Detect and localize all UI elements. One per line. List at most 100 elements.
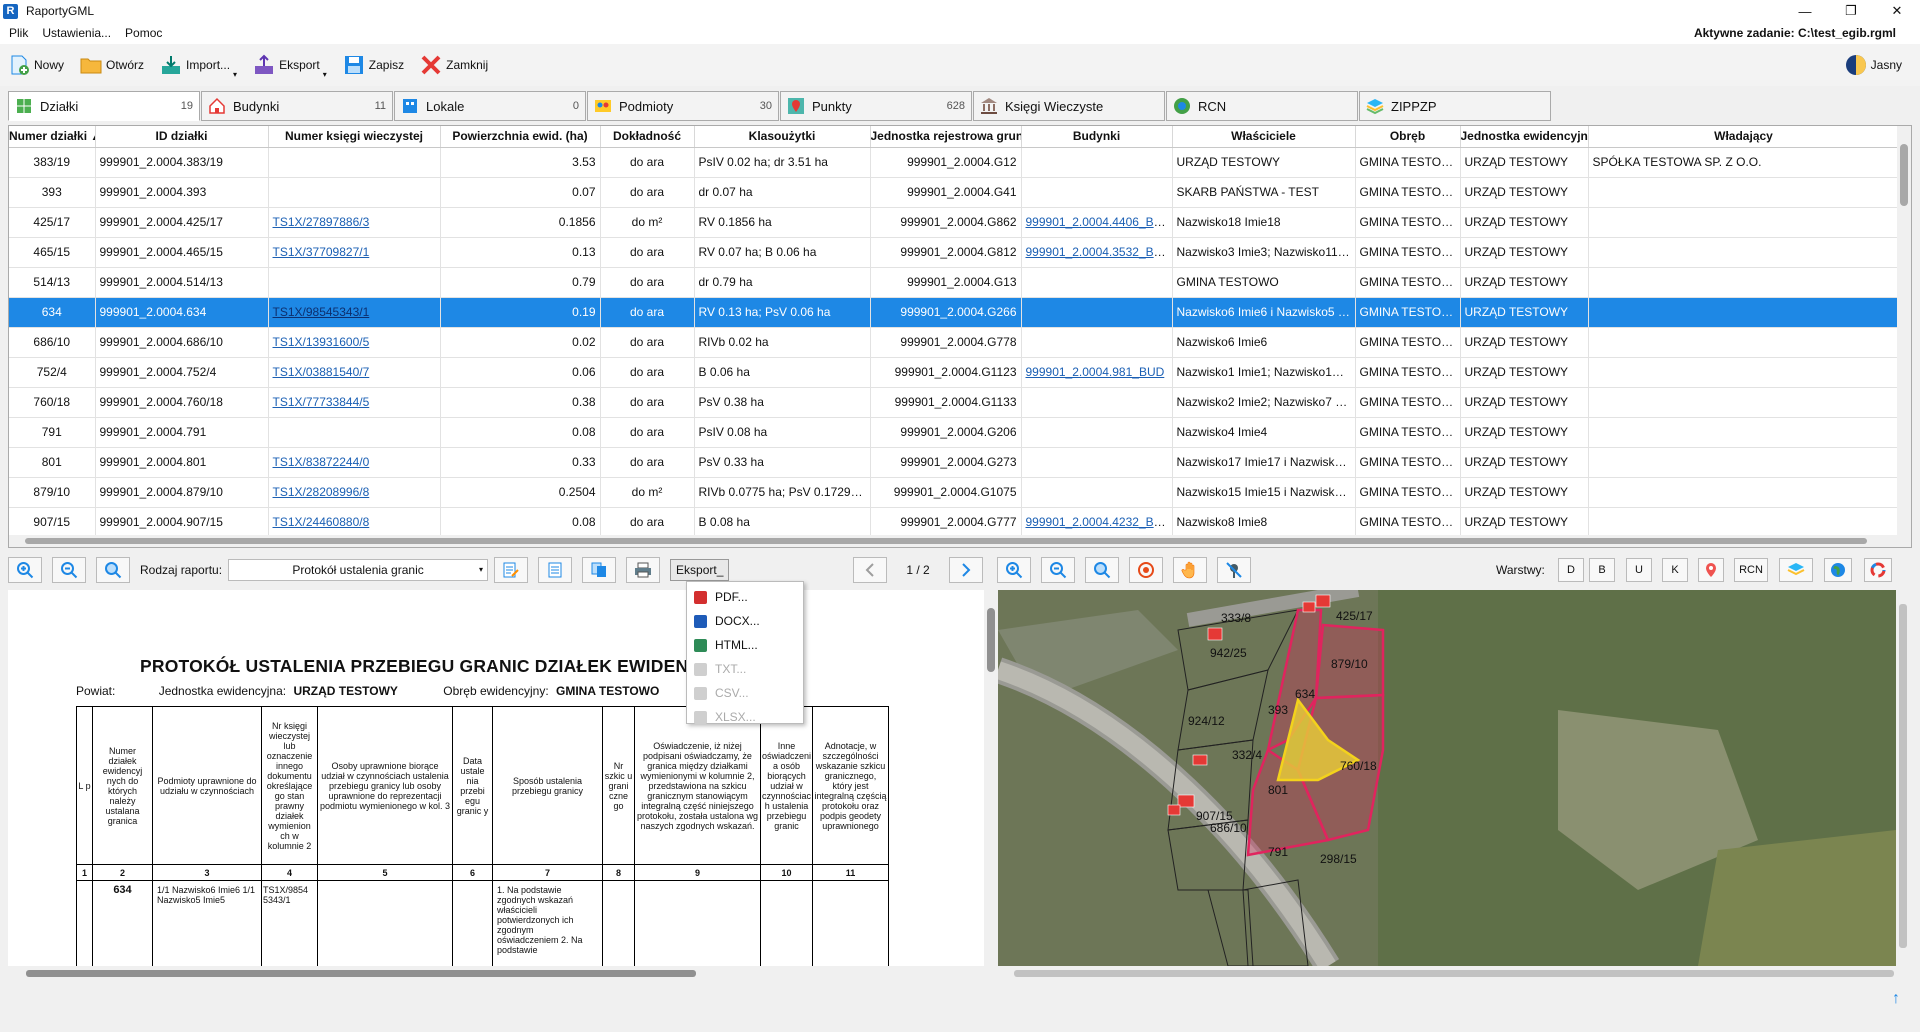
table-cell-link[interactable]: 999901_2.0004.4232_BUD; ...: [1026, 515, 1172, 529]
table-cell-link[interactable]: 999901_2.0004.3532_BUD: [1026, 245, 1171, 259]
layer-zippzp-button[interactable]: [1779, 558, 1813, 582]
scroll-thumb[interactable]: [1899, 604, 1907, 948]
map-view[interactable]: 333/8 942/25 924/12 634 879/10 393 332/4…: [998, 590, 1896, 966]
table-cell-link[interactable]: TS1X/03881540/7: [273, 365, 370, 379]
arrow-up-icon[interactable]: ↑: [1892, 990, 1900, 1008]
map-target-button[interactable]: [1129, 557, 1163, 583]
menu-ustawienia[interactable]: Ustawienia...: [37, 26, 116, 40]
column-header[interactable]: Powierzchnia ewid. (ha): [440, 126, 601, 148]
zoom-in-button[interactable]: [8, 557, 42, 583]
column-header[interactable]: ID działki: [95, 126, 269, 148]
table-row[interactable]: 634 999901_2.0004.634 TS1X/98545343/1 0.19 d…: [9, 297, 1900, 328]
menu-plik[interactable]: Plik: [4, 26, 33, 40]
table-row[interactable]: 760/18 999901_2.0004.760/18 TS1X/77733844/…: [9, 387, 1900, 418]
layer-k-button[interactable]: K: [1662, 558, 1688, 582]
table-row[interactable]: 425/17 999901_2.0004.425/17 TS1X/27897886/…: [9, 207, 1900, 238]
layer-globe-button[interactable]: [1824, 558, 1852, 582]
tab-dzialki[interactable]: Działki 19: [8, 91, 200, 121]
open-button[interactable]: Otwórz: [72, 49, 152, 81]
map-zoom-in-button[interactable]: [997, 557, 1031, 583]
table-row[interactable]: 801 999901_2.0004.801 TS1X/83872244/0 0.33 d…: [9, 447, 1900, 478]
export-button[interactable]: Eksport ▾: [245, 49, 335, 81]
layer-u-button[interactable]: U: [1626, 558, 1652, 582]
column-header[interactable]: Dokładność: [600, 126, 695, 148]
print-button[interactable]: [626, 557, 661, 583]
layer-points-button[interactable]: [1698, 558, 1724, 582]
maximize-button[interactable]: ❐: [1828, 0, 1874, 22]
column-header[interactable]: Jednostka ewidencyjna: [1460, 126, 1589, 148]
table-row[interactable]: 514/13 999901_2.0004.514/13 0.79 do ara dr 0…: [9, 267, 1900, 298]
close-window-button[interactable]: ✕: [1874, 0, 1920, 22]
export-pdf-item[interactable]: PDF...: [687, 585, 803, 609]
scroll-thumb[interactable]: [25, 538, 1867, 544]
column-header[interactable]: Jednostka rejestrowa gruntów: [870, 126, 1022, 148]
map-zoom-out-button[interactable]: [1041, 557, 1075, 583]
table-row[interactable]: 393 999901_2.0004.393 0.07 do ara dr 0.07 ha…: [9, 177, 1900, 208]
table-row[interactable]: 752/4 999901_2.0004.752/4 TS1X/03881540/7 0…: [9, 357, 1900, 388]
edit-report-button[interactable]: [494, 557, 529, 583]
import-button[interactable]: Import... ▾: [152, 49, 245, 81]
column-header[interactable]: Budynki: [1021, 126, 1173, 148]
map-vertical-scrollbar[interactable]: [1896, 590, 1910, 966]
table-row[interactable]: 791 999901_2.0004.791 0.08 do ara PsIV 0.08 …: [9, 417, 1900, 448]
column-header[interactable]: Numer księgi wieczystej: [268, 126, 441, 148]
theme-toggle-button[interactable]: Jasny: [1837, 49, 1910, 81]
table-cell-link[interactable]: TS1X/24460880/8: [273, 515, 370, 529]
tab-rcn[interactable]: RCN: [1166, 91, 1358, 121]
table-cell-link[interactable]: 999901_2.0004.981_BUD: [1026, 365, 1165, 379]
close-button[interactable]: Zamknij: [412, 49, 496, 81]
map-pan-button[interactable]: [1173, 557, 1207, 583]
table-row[interactable]: 879/10 999901_2.0004.879/10 TS1X/28208996/…: [9, 477, 1900, 508]
report-vertical-scrollbar[interactable]: [984, 590, 998, 980]
new-button[interactable]: Nowy: [0, 49, 72, 81]
column-header[interactable]: Władający: [1588, 126, 1900, 148]
map-zoom-fit-button[interactable]: [1085, 557, 1119, 583]
table-cell-link[interactable]: TS1X/77733844/5: [273, 395, 370, 409]
table-row[interactable]: 383/19 999901_2.0004.383/19 3.53 do ara PsIV…: [9, 147, 1900, 178]
table-cell-link[interactable]: TS1X/37709827/1: [273, 245, 370, 259]
tab-lokale[interactable]: Lokale 0: [394, 91, 586, 121]
zoom-fit-button[interactable]: [96, 557, 130, 583]
report-type-select[interactable]: Protokół ustalenia granic ▾: [228, 559, 489, 581]
column-header[interactable]: Numer działki▲: [9, 126, 96, 148]
column-header[interactable]: Obręb: [1355, 126, 1461, 148]
table-row[interactable]: 465/15 999901_2.0004.465/15 TS1X/37709827/…: [9, 237, 1900, 268]
tab-podmioty[interactable]: Podmioty 30: [587, 91, 779, 121]
previous-page-button[interactable]: [853, 557, 887, 583]
tab-punkty[interactable]: Punkty 628: [780, 91, 972, 121]
report-export-button[interactable]: Eksport_: [670, 559, 730, 581]
table-vertical-scrollbar[interactable]: [1897, 126, 1911, 547]
layer-color-button[interactable]: [1864, 558, 1892, 582]
table-cell-link[interactable]: TS1X/83872244/0: [273, 455, 370, 469]
tab-zippzp[interactable]: ZIPPZP: [1359, 91, 1551, 121]
tab-ksiegi-wieczyste[interactable]: Księgi Wieczyste: [973, 91, 1165, 121]
column-header[interactable]: Klasoużytki: [694, 126, 871, 148]
next-page-button[interactable]: [949, 557, 983, 583]
table-cell-link[interactable]: TS1X/98545343/1: [273, 305, 370, 319]
tab-budynki[interactable]: Budynki 11: [201, 91, 393, 121]
export-docx-item[interactable]: DOCX...: [687, 609, 803, 633]
column-header[interactable]: Właściciele: [1172, 126, 1356, 148]
table-cell-link[interactable]: TS1X/13931600/5: [273, 335, 370, 349]
table-row[interactable]: 686/10 999901_2.0004.686/10 TS1X/13931600/…: [9, 327, 1900, 358]
layer-rcn-button[interactable]: RCN: [1734, 558, 1768, 582]
save-button[interactable]: Zapisz: [335, 49, 412, 81]
table-cell-link[interactable]: TS1X/28208996/8: [273, 485, 370, 499]
scroll-thumb[interactable]: [1014, 970, 1894, 977]
map-hide-pin-button[interactable]: [1217, 557, 1251, 583]
export-html-item[interactable]: HTML...: [687, 633, 803, 657]
scroll-thumb[interactable]: [1900, 144, 1908, 206]
copy-button[interactable]: [582, 557, 617, 583]
minimize-button[interactable]: —: [1782, 0, 1828, 22]
layer-b-button[interactable]: B: [1589, 558, 1615, 582]
table-row[interactable]: 907/15 999901_2.0004.907/15 TS1X/24460880/…: [9, 507, 1900, 538]
scroll-thumb[interactable]: [26, 970, 696, 977]
zoom-out-button[interactable]: [52, 557, 86, 583]
table-horizontal-scrollbar[interactable]: [9, 535, 1897, 547]
table-cell-link[interactable]: 999901_2.0004.4406_BUD; ...: [1026, 215, 1172, 229]
table-cell-link[interactable]: TS1X/27897886/3: [273, 215, 370, 229]
menu-pomoc[interactable]: Pomoc: [120, 26, 167, 40]
report-horizontal-scrollbar[interactable]: [8, 966, 984, 980]
map-horizontal-scrollbar[interactable]: [998, 966, 1910, 980]
layer-d-button[interactable]: D: [1558, 558, 1584, 582]
